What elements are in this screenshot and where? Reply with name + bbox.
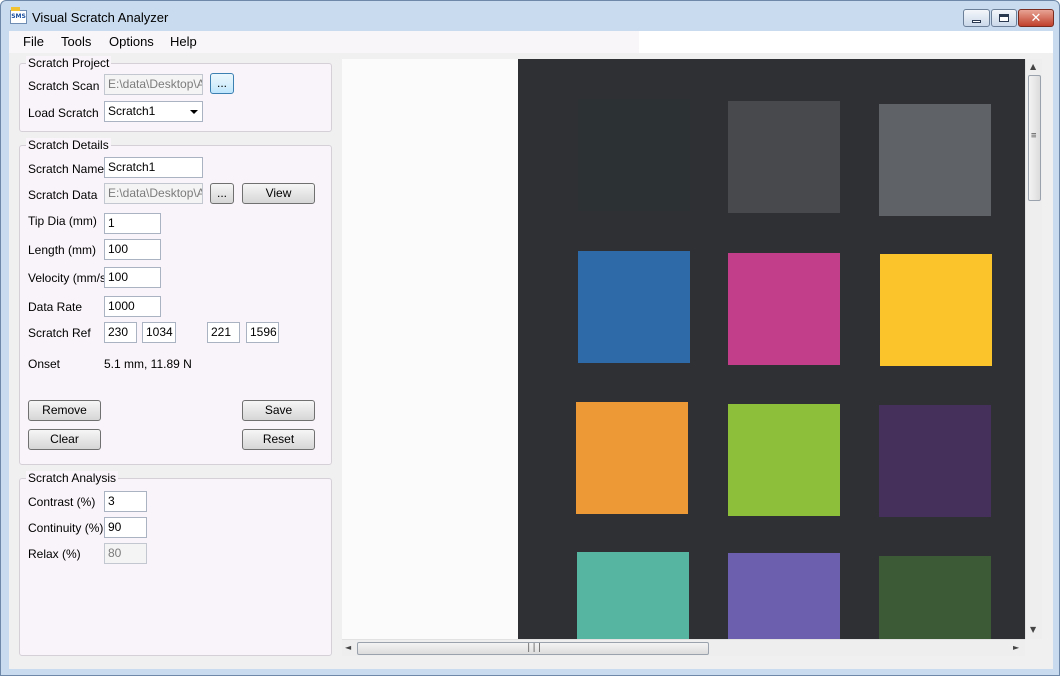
color-patch-10 bbox=[577, 552, 689, 639]
menu-bar-empty-area bbox=[639, 31, 1053, 53]
scratch-details-legend: Scratch Details bbox=[26, 138, 111, 152]
close-button[interactable]: ✕ bbox=[1018, 9, 1054, 27]
scratch-details-group: Scratch Details Scratch Name Scratch1 Sc… bbox=[19, 138, 332, 465]
color-patch-11 bbox=[728, 553, 840, 639]
scroll-right-icon[interactable]: ► bbox=[1013, 644, 1019, 652]
scratch-data-field[interactable]: E:\data\Desktop\Al bbox=[104, 183, 203, 204]
color-patch-6 bbox=[880, 254, 992, 366]
client-area: File Tools Options Help Scratch Project … bbox=[9, 31, 1053, 669]
app-logo-icon: SMS bbox=[10, 7, 27, 24]
color-checker-board bbox=[518, 59, 1025, 639]
continuity-label: Continuity (%) bbox=[28, 521, 104, 535]
load-scratch-dropdown[interactable]: Scratch1 bbox=[104, 101, 203, 122]
minimize-icon bbox=[972, 19, 981, 23]
menu-tools[interactable]: Tools bbox=[61, 34, 91, 49]
horizontal-scrollbar[interactable]: ◄ ||| ► bbox=[342, 639, 1025, 656]
color-patch-1 bbox=[578, 99, 690, 211]
scratch-data-label: Scratch Data bbox=[28, 188, 98, 202]
control-panel: Scratch Project Scratch Scan E:\data\Des… bbox=[9, 53, 340, 669]
title-bar[interactable]: SMS Visual Scratch Analyzer ✕ bbox=[1, 1, 1059, 31]
clear-button[interactable]: Clear bbox=[28, 429, 101, 450]
scratch-scan-label: Scratch Scan bbox=[28, 79, 100, 93]
view-button[interactable]: View bbox=[242, 183, 315, 204]
data-rate-label: Data Rate bbox=[28, 300, 83, 314]
scroll-down-icon[interactable]: ▼ bbox=[1030, 626, 1036, 634]
data-rate-field[interactable]: 1000 bbox=[104, 296, 161, 317]
vertical-scrollbar[interactable]: ▲ ≡ ▼ bbox=[1025, 59, 1042, 639]
minimize-button[interactable] bbox=[963, 9, 990, 27]
color-patch-9 bbox=[879, 405, 991, 517]
scratch-ref-field-1[interactable]: 230 bbox=[104, 322, 137, 343]
color-patch-2 bbox=[728, 101, 840, 213]
color-patch-4 bbox=[578, 251, 690, 363]
scratch-name-field[interactable]: Scratch1 bbox=[104, 157, 203, 178]
color-patch-3 bbox=[879, 104, 991, 216]
continuity-field[interactable]: 90 bbox=[104, 517, 147, 538]
scratch-analysis-legend: Scratch Analysis bbox=[26, 471, 119, 485]
remove-button[interactable]: Remove bbox=[28, 400, 101, 421]
velocity-field[interactable]: 100 bbox=[104, 267, 161, 288]
color-patch-7 bbox=[576, 402, 688, 514]
velocity-label: Velocity (mm/s) bbox=[28, 271, 111, 285]
app-window: SMS Visual Scratch Analyzer ✕ File Tools… bbox=[0, 0, 1060, 676]
horizontal-scroll-thumb[interactable]: ||| bbox=[357, 642, 709, 655]
scratch-scan-browse-button[interactable]: ... bbox=[210, 73, 234, 94]
contrast-field[interactable]: 3 bbox=[104, 491, 147, 512]
color-patch-8 bbox=[728, 404, 840, 516]
length-label: Length (mm) bbox=[28, 243, 97, 257]
scratch-ref-label: Scratch Ref bbox=[28, 326, 91, 340]
horizontal-grip-icon: ||| bbox=[526, 643, 543, 653]
tip-dia-field[interactable]: 1 bbox=[104, 213, 161, 234]
contrast-label: Contrast (%) bbox=[28, 495, 96, 509]
scratch-project-legend: Scratch Project bbox=[26, 56, 112, 70]
scratch-ref-field-3[interactable]: 221 bbox=[207, 322, 240, 343]
scratch-analysis-group: Scratch Analysis Contrast (%) 3 Continui… bbox=[19, 471, 332, 656]
onset-label: Onset bbox=[28, 357, 61, 371]
menu-bar: File Tools Options Help bbox=[9, 31, 639, 53]
scan-image-viewer[interactable] bbox=[342, 59, 1025, 639]
scratch-project-group: Scratch Project Scratch Scan E:\data\Des… bbox=[19, 56, 332, 132]
menu-file[interactable]: File bbox=[23, 34, 44, 49]
scroll-up-icon[interactable]: ▲ bbox=[1030, 63, 1036, 71]
tip-dia-label: Tip Dia (mm) bbox=[28, 214, 97, 228]
maximize-button[interactable] bbox=[991, 9, 1017, 27]
length-field[interactable]: 100 bbox=[104, 239, 161, 260]
scratch-scan-field[interactable]: E:\data\Desktop\Al bbox=[104, 74, 203, 95]
menu-help[interactable]: Help bbox=[170, 34, 197, 49]
scratch-ref-field-4[interactable]: 1596 bbox=[246, 322, 279, 343]
scratch-ref-field-2[interactable]: 1034 bbox=[142, 322, 176, 343]
color-patch-12 bbox=[879, 556, 991, 639]
relax-field[interactable]: 80 bbox=[104, 543, 147, 564]
reset-button[interactable]: Reset bbox=[242, 429, 315, 450]
scratch-name-label: Scratch Name bbox=[28, 162, 105, 176]
scroll-left-icon[interactable]: ◄ bbox=[345, 644, 351, 652]
onset-value: 5.1 mm, 11.89 N bbox=[104, 357, 192, 371]
load-scratch-selected: Scratch1 bbox=[108, 104, 156, 118]
menu-options[interactable]: Options bbox=[109, 34, 154, 49]
window-title: Visual Scratch Analyzer bbox=[32, 10, 169, 25]
load-scratch-label: Load Scratch bbox=[28, 106, 99, 120]
maximize-icon bbox=[999, 14, 1009, 22]
scratch-data-browse-button[interactable]: ... bbox=[210, 183, 234, 204]
vertical-scroll-thumb[interactable]: ≡ bbox=[1028, 75, 1041, 201]
color-patch-5 bbox=[728, 253, 840, 365]
relax-label: Relax (%) bbox=[28, 547, 81, 561]
vertical-grip-icon: ≡ bbox=[1031, 131, 1037, 141]
save-button[interactable]: Save bbox=[242, 400, 315, 421]
close-icon: ✕ bbox=[1030, 10, 1042, 26]
chevron-down-icon bbox=[190, 110, 198, 114]
scan-paper-area bbox=[342, 59, 518, 639]
